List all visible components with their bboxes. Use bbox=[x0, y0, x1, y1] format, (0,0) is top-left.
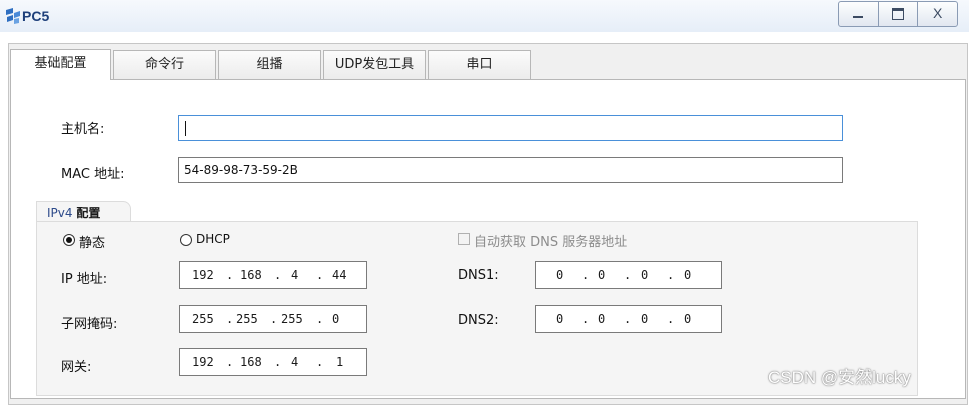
ipv4-group-title-text: 配置 bbox=[76, 206, 101, 220]
dns2-input[interactable]: 0 . 0 . 0 . 0 bbox=[535, 305, 722, 333]
ip-octet-3[interactable]: 4 bbox=[291, 268, 298, 282]
mask-octet-4[interactable]: 0 bbox=[332, 312, 339, 326]
mac-value: 54-89-98-73-59-2B bbox=[184, 163, 298, 177]
mask-octet-3[interactable]: 255 bbox=[281, 312, 303, 326]
mac-label: MAC 地址: bbox=[61, 167, 125, 182]
mask-octet-1[interactable]: 255 bbox=[192, 312, 214, 326]
subnet-mask-label: 子网掩码: bbox=[61, 317, 118, 332]
dns2-dot: . bbox=[624, 312, 632, 326]
close-icon: X bbox=[933, 5, 943, 21]
dhcp-radio[interactable] bbox=[180, 234, 192, 246]
mask-dot: . bbox=[270, 312, 278, 326]
auto-dns-label[interactable]: 自动获取 DNS 服务器地址 bbox=[474, 231, 627, 250]
tab-udp-tool[interactable]: UDP发包工具 bbox=[323, 50, 426, 79]
mask-dot: . bbox=[226, 312, 234, 326]
dns2-dot: . bbox=[582, 312, 590, 326]
ip-octet-4[interactable]: 44 bbox=[332, 268, 346, 282]
pc-app-icon bbox=[6, 8, 20, 24]
dns1-dot: . bbox=[667, 268, 675, 282]
dns2-octet-3[interactable]: 0 bbox=[641, 312, 648, 326]
tab-basic-config[interactable]: 基础配置 bbox=[10, 49, 111, 80]
hostname-label: 主机名: bbox=[61, 122, 105, 137]
maximize-icon bbox=[891, 8, 904, 20]
dns1-label: DNS1: bbox=[458, 268, 499, 283]
dns2-label: DNS2: bbox=[458, 313, 499, 328]
static-radio[interactable] bbox=[63, 234, 75, 246]
dns1-octet-2[interactable]: 0 bbox=[598, 268, 605, 282]
dns2-dot: . bbox=[667, 312, 675, 326]
ip-dot: . bbox=[226, 268, 234, 282]
ip-octet-1[interactable]: 192 bbox=[192, 268, 214, 282]
gw-octet-3[interactable]: 4 bbox=[291, 355, 298, 369]
ip-dot: . bbox=[316, 268, 324, 282]
csdn-watermark: CSDN @安然lucky bbox=[768, 368, 911, 387]
gateway-label: 网关: bbox=[61, 360, 92, 375]
ip-address-input[interactable]: 192 . 168 . 4 . 44 bbox=[179, 261, 367, 289]
title-bar: PC5 X bbox=[0, 0, 969, 32]
mac-address-field[interactable]: 54-89-98-73-59-2B bbox=[178, 157, 843, 183]
close-button[interactable]: X bbox=[918, 2, 957, 26]
gw-dot: . bbox=[316, 355, 324, 369]
gateway-input[interactable]: 192 . 168 . 4 . 1 bbox=[179, 348, 367, 376]
minimize-icon bbox=[853, 16, 863, 18]
ip-address-label: IP 地址: bbox=[61, 272, 108, 287]
dhcp-label[interactable]: DHCP bbox=[196, 232, 230, 246]
auto-dns-checkbox[interactable] bbox=[458, 233, 470, 245]
static-label[interactable]: 静态 bbox=[79, 232, 105, 251]
dns2-octet-4[interactable]: 0 bbox=[684, 312, 691, 326]
dns1-dot: . bbox=[582, 268, 590, 282]
text-caret bbox=[185, 121, 186, 136]
dns2-octet-1[interactable]: 0 bbox=[556, 312, 563, 326]
mask-dot: . bbox=[316, 312, 324, 326]
mask-octet-2[interactable]: 255 bbox=[236, 312, 258, 326]
window-title: PC5 bbox=[22, 8, 50, 24]
maximize-button[interactable] bbox=[879, 2, 919, 26]
ipv4-group-title: IPv4 配置 bbox=[47, 204, 100, 221]
window-controls: X bbox=[838, 1, 958, 27]
dns1-octet-4[interactable]: 0 bbox=[684, 268, 691, 282]
subnet-mask-input[interactable]: 255 . 255 . 255 . 0 bbox=[179, 305, 367, 333]
dns2-octet-2[interactable]: 0 bbox=[598, 312, 605, 326]
dns1-input[interactable]: 0 . 0 . 0 . 0 bbox=[535, 261, 722, 289]
gw-octet-4[interactable]: 1 bbox=[336, 355, 343, 369]
dns1-octet-3[interactable]: 0 bbox=[641, 268, 648, 282]
gw-dot: . bbox=[274, 355, 282, 369]
dns1-octet-1[interactable]: 0 bbox=[556, 268, 563, 282]
hostname-input[interactable] bbox=[178, 115, 843, 141]
gw-dot: . bbox=[226, 355, 234, 369]
tab-multicast[interactable]: 组播 bbox=[218, 50, 321, 79]
dns1-dot: . bbox=[624, 268, 632, 282]
gw-octet-1[interactable]: 192 bbox=[192, 355, 214, 369]
tab-command-line[interactable]: 命令行 bbox=[113, 50, 216, 79]
gw-octet-2[interactable]: 168 bbox=[240, 355, 262, 369]
tab-serial-port[interactable]: 串口 bbox=[428, 50, 531, 79]
ipv4-group-prefix: IPv4 bbox=[47, 206, 73, 220]
ip-dot: . bbox=[274, 268, 282, 282]
ip-octet-2[interactable]: 168 bbox=[240, 268, 262, 282]
minimize-button[interactable] bbox=[839, 2, 879, 26]
